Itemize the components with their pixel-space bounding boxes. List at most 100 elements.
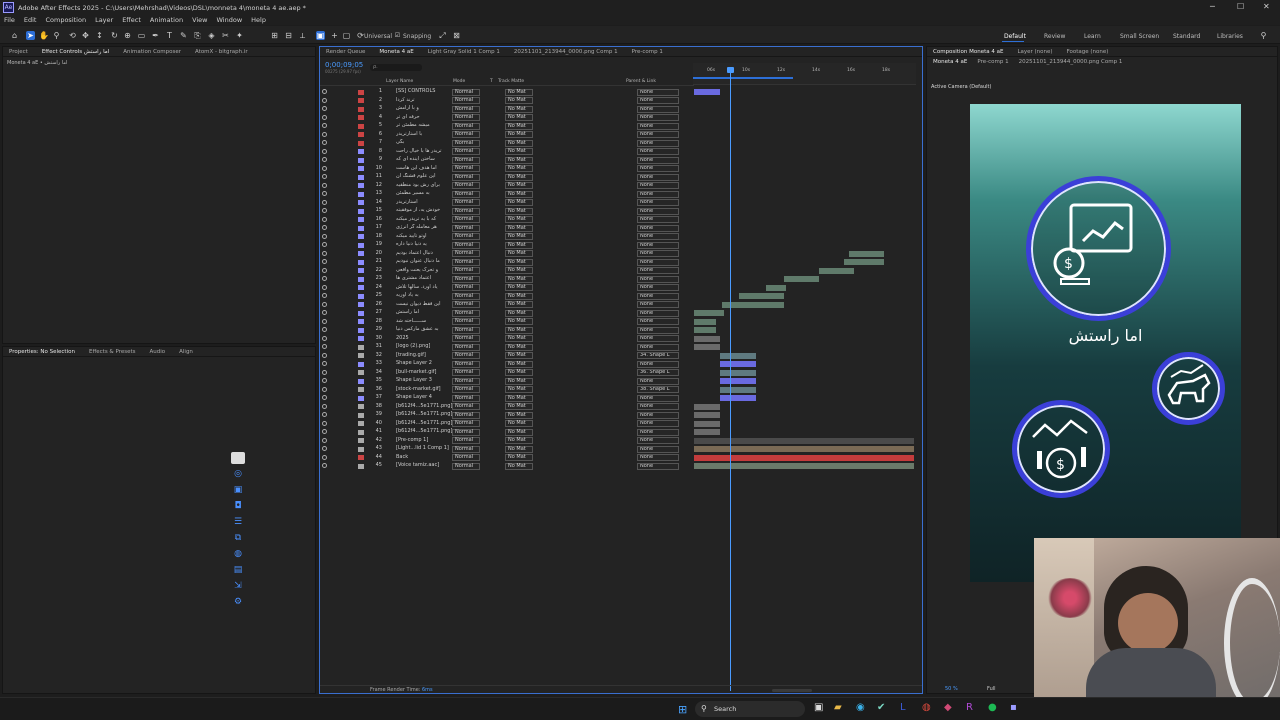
parent-select[interactable]: None [637, 420, 679, 427]
visibility-eye-icon[interactable] [322, 216, 327, 222]
workspace-learn[interactable]: Learn [1084, 33, 1101, 40]
layer-row[interactable]: 9 ساختن آینده ای که Normal No Mat None [320, 156, 916, 165]
visibility-eye-icon[interactable] [322, 412, 327, 417]
playhead-handle[interactable] [727, 67, 734, 73]
layer-duration-bar[interactable] [720, 386, 756, 393]
world-axis-icon[interactable]: + [330, 31, 339, 40]
tab-light-gray-comp[interactable]: Light Gray Solid 1 Comp 1 [428, 49, 500, 55]
parent-select[interactable]: None [637, 343, 679, 351]
track-matte-select[interactable]: No Mat [505, 122, 533, 130]
parent-select[interactable]: None [637, 437, 679, 444]
visibility-eye-icon[interactable] [322, 437, 327, 443]
layer-duration-bar[interactable] [849, 250, 884, 257]
layer-duration-bar[interactable] [720, 352, 756, 359]
parent-select[interactable]: 38. Shape L [637, 386, 679, 393]
plugin-target-icon[interactable]: ◎ [231, 467, 245, 481]
label-color-swatch[interactable] [358, 268, 364, 273]
layer-name[interactable]: تریدر ها با خیال راحت [396, 148, 456, 154]
layer-duration-bar[interactable] [694, 437, 914, 444]
visibility-eye-icon[interactable] [322, 344, 327, 349]
plugin-layers-icon[interactable]: ⧉ [231, 531, 245, 545]
layer-name[interactable]: اما هدف این هاست [396, 165, 456, 171]
parent-select[interactable]: None [637, 292, 679, 300]
parent-select[interactable]: None [637, 428, 679, 436]
track-matte-select[interactable]: No Mat [505, 275, 533, 283]
layer-duration-bar[interactable] [694, 403, 720, 410]
label-color-swatch[interactable] [358, 132, 364, 137]
label-color-swatch[interactable] [358, 234, 364, 239]
visibility-eye-icon[interactable] [322, 293, 327, 298]
layer-row[interactable]: 7 بگی Normal No Mat None [320, 139, 916, 148]
layer-name[interactable]: ترند کردا [396, 97, 456, 103]
track-matte-select[interactable]: No Mat [505, 377, 533, 385]
chrome-icon[interactable]: ◍ [922, 702, 931, 713]
local-axis-icon[interactable]: ▣ [316, 31, 325, 40]
menu-file[interactable]: File [4, 16, 15, 24]
brush-tool-icon[interactable]: ✎ [179, 31, 188, 40]
visibility-eye-icon[interactable] [322, 182, 327, 188]
track-matte-select[interactable]: No Mat [505, 403, 533, 410]
layer-name[interactable]: [b612f4...5e1771.png] [396, 428, 456, 434]
label-color-swatch[interactable] [358, 200, 364, 205]
track-matte-select[interactable]: No Mat [505, 241, 533, 249]
layer-row[interactable]: 33 Shape Layer 2 Normal No Mat None [320, 360, 916, 369]
layer-mode-select[interactable]: Normal [452, 156, 480, 164]
label-color-swatch[interactable] [358, 319, 364, 324]
layer-row[interactable]: 4 حرفه ای تر Normal No Mat None [320, 114, 916, 123]
label-color-swatch[interactable] [358, 183, 364, 188]
view-axis-icon[interactable]: ▢ [342, 31, 351, 40]
track-matte-select[interactable]: No Mat [505, 233, 533, 240]
parent-select[interactable]: None [637, 377, 679, 385]
label-color-swatch[interactable] [358, 259, 364, 265]
layer-mode-select[interactable]: Normal [452, 275, 480, 283]
track-matte-select[interactable]: No Mat [505, 284, 533, 291]
layer-row[interactable]: 31 [logo (2).png] Normal No Mat None [320, 343, 916, 352]
col-t[interactable]: T [490, 79, 493, 84]
parent-select[interactable]: None [637, 105, 679, 113]
label-color-swatch[interactable] [358, 191, 364, 197]
work-area-bar[interactable] [693, 77, 793, 79]
parent-select[interactable]: None [637, 97, 679, 104]
parent-select[interactable]: None [637, 224, 679, 232]
layer-mode-select[interactable]: Normal [452, 173, 480, 181]
rectangle-tool-icon[interactable]: ▭ [137, 31, 146, 40]
layer-row[interactable]: 41 [b612f4...5e1771.png] Normal No Mat None [320, 428, 916, 437]
track-matte-select[interactable]: No Mat [505, 301, 533, 308]
parent-select[interactable]: None [637, 148, 679, 155]
crumb-png-comp[interactable]: 20251101_213944_0000.png Comp 1 [1019, 59, 1123, 65]
task-view-icon[interactable]: ▣ [814, 702, 823, 713]
layer-row[interactable]: 12 برای رش بود منطقیه Normal No Mat None [320, 182, 916, 191]
layer-name[interactable]: Shape Layer 3 [396, 377, 456, 383]
track-matte-select[interactable]: No Mat [505, 386, 533, 393]
layer-mode-select[interactable]: Normal [452, 394, 480, 402]
track-matte-select[interactable]: No Mat [505, 97, 533, 104]
edge-icon[interactable]: ◉ [856, 702, 865, 713]
track-matte-select[interactable]: No Mat [505, 250, 533, 257]
layer-name[interactable]: استارتریدر [396, 199, 456, 205]
layer-duration-bar[interactable] [694, 89, 720, 95]
label-color-swatch[interactable] [358, 242, 364, 248]
layer-duration-bar[interactable] [720, 395, 756, 401]
layer-duration-bar[interactable] [720, 378, 756, 384]
layer-mode-select[interactable]: Normal [452, 369, 480, 376]
visibility-eye-icon[interactable] [322, 233, 327, 239]
layer-name[interactable]: حرفه ای تر [396, 114, 456, 120]
track-matte-select[interactable]: No Mat [505, 156, 533, 164]
parent-select[interactable]: None [637, 445, 679, 453]
parent-select[interactable]: 36. Shape L [637, 369, 679, 376]
layer-duration-bar[interactable] [739, 293, 784, 299]
composition-viewer[interactable]: $ اما راستش $ [970, 104, 1241, 582]
plugin-globe-icon[interactable]: ◍ [231, 547, 245, 561]
tab-effects-presets[interactable]: Effects & Presets [89, 349, 136, 355]
visibility-eye-icon[interactable] [322, 420, 327, 426]
zoom-level[interactable]: 50 % [945, 686, 958, 692]
parent-select[interactable]: None [637, 326, 679, 334]
layer-mode-select[interactable]: Normal [452, 309, 480, 317]
layer-mode-select[interactable]: Normal [452, 318, 480, 325]
plugin-box-icon[interactable]: ▣ [231, 483, 245, 497]
layer-name[interactable]: با استارتریدر [396, 131, 456, 137]
app-icon-l[interactable]: L [900, 702, 906, 713]
visibility-eye-icon[interactable] [322, 403, 327, 409]
tab-moneta-comp[interactable]: Moneta 4 aE [379, 49, 413, 55]
floating-strip-header[interactable] [231, 452, 245, 464]
